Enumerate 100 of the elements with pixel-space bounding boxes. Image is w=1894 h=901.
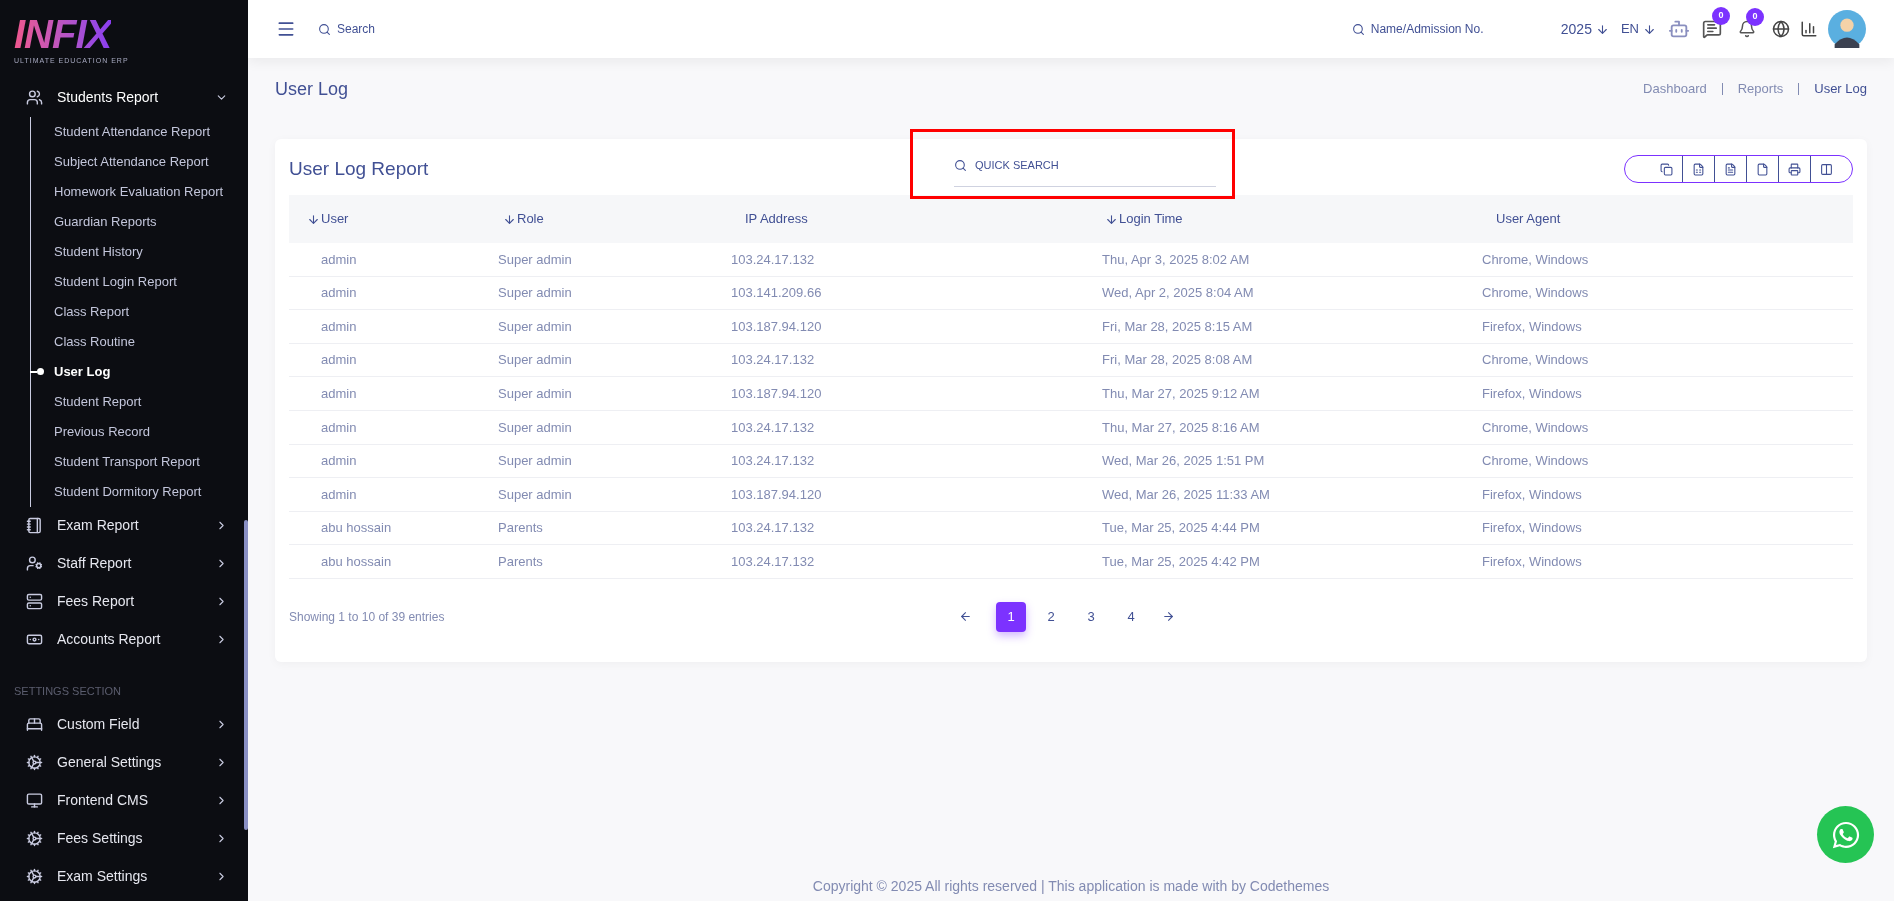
copy-icon[interactable] <box>1660 162 1673 176</box>
sidebar-subitem[interactable]: Homework Evaluation Report <box>54 181 224 202</box>
file-icon[interactable] <box>1756 162 1769 176</box>
page-button[interactable]: 2 <box>1036 601 1066 632</box>
user-gear-icon <box>26 555 43 572</box>
users-icon <box>26 89 43 106</box>
sidebar-subitem[interactable]: Student Login Report <box>54 271 177 292</box>
menu-icon[interactable] <box>276 19 296 39</box>
active-dot-icon <box>30 367 44 376</box>
table-cell-text: admin <box>320 317 358 336</box>
robot-icon[interactable] <box>1668 18 1690 40</box>
chat-icon[interactable] <box>1702 19 1722 39</box>
table-cell-text: Tue, Mar 25, 2025 4:44 PM <box>1102 519 1261 538</box>
table-cell-text: Chrome, Windows <box>1482 250 1590 269</box>
table-cell-text: Tue, Mar 25, 2025 4:42 PM <box>1102 552 1261 571</box>
table-cell-text: Super admin <box>498 351 573 370</box>
card-title: User Log Report <box>289 156 430 181</box>
sidebar-subitem[interactable]: User Log <box>54 361 111 382</box>
table-cell-text: Firefox, Windows <box>1482 485 1583 504</box>
chart-icon[interactable] <box>1800 20 1818 38</box>
column-header[interactable]: User <box>289 209 498 229</box>
globe-icon[interactable] <box>1772 20 1790 38</box>
table-cell-text: abu hossain <box>320 552 393 571</box>
bell-icon[interactable] <box>1738 20 1756 38</box>
table-cell-text: admin <box>320 384 358 403</box>
notebook-icon <box>26 517 43 534</box>
column-header[interactable]: IP Address <box>731 209 1102 229</box>
table-cell-text: Firefox, Windows <box>1482 317 1583 336</box>
bed-icon <box>26 715 43 733</box>
entries-info: Showing 1 to 10 of 39 entries <box>289 608 446 626</box>
sort-arrow-icon <box>1105 212 1118 226</box>
search-icon <box>954 159 967 172</box>
table-cell-text: Fri, Mar 28, 2025 8:08 AM <box>1102 351 1254 370</box>
table-cell-text: admin <box>320 250 358 269</box>
year-select[interactable]: 2025 <box>1560 18 1609 40</box>
sidebar-item[interactable]: Fees Report <box>0 582 248 621</box>
table-cell-text: 103.24.17.132 <box>731 519 816 538</box>
table-cell-text: Firefox, Windows <box>1482 552 1583 571</box>
table-cell-text: Wed, Apr 2, 2025 8:04 AM <box>1102 284 1255 303</box>
sidebar-item[interactable]: Students Report <box>0 78 248 117</box>
table-cell-text: Wed, Mar 26, 2025 1:51 PM <box>1102 452 1266 471</box>
breadcrumb-link[interactable]: User Log <box>1814 79 1867 99</box>
sidebar-subitem[interactable]: Subject Attendance Report <box>54 151 209 172</box>
table-cell-text: Thu, Mar 27, 2025 9:12 AM <box>1102 384 1261 403</box>
columns-icon[interactable] <box>1820 162 1833 176</box>
count-badge: 0 <box>1712 7 1730 25</box>
sort-arrow-icon <box>307 212 320 226</box>
sidebar-item[interactable]: Accounts Report <box>0 620 248 659</box>
sidebar-item[interactable]: Staff Report <box>0 544 248 583</box>
whatsapp-icon <box>1830 819 1861 850</box>
column-header[interactable]: Login Time <box>1102 209 1482 229</box>
table-cell-text: 103.24.17.132 <box>731 250 816 269</box>
sidebar-subitem[interactable]: Guardian Reports <box>54 211 157 232</box>
sidebar-subitem[interactable]: Student Dormitory Report <box>54 481 202 502</box>
avatar[interactable] <box>1828 10 1866 48</box>
sidebar-subitem[interactable]: Student Report <box>54 391 142 412</box>
previous-page-icon[interactable] <box>959 610 972 624</box>
column-header[interactable]: Role <box>498 209 731 229</box>
sidebar-item[interactable]: Fees Settings <box>0 819 248 857</box>
print-icon[interactable] <box>1788 162 1801 176</box>
page-button[interactable]: 4 <box>1116 601 1146 632</box>
count-badge: 0 <box>1746 8 1764 26</box>
search-icon <box>318 22 331 36</box>
table-cell-text: Super admin <box>498 452 573 471</box>
search-field[interactable]: Search <box>337 20 487 38</box>
language-select[interactable]: EN <box>1620 19 1656 39</box>
sidebar-subitem[interactable]: Student History <box>54 241 143 262</box>
table-cell-text: Super admin <box>498 317 573 336</box>
sidebar-subitem[interactable]: Student Attendance Report <box>54 121 211 142</box>
column-header[interactable]: User Agent <box>1482 209 1853 229</box>
sidebar-subitem[interactable]: Class Routine <box>54 331 135 352</box>
sidebar-subitem[interactable]: Student Transport Report <box>54 451 200 472</box>
quick-search-field[interactable]: QUICK SEARCH <box>975 157 1216 174</box>
document-icon[interactable] <box>1724 162 1737 176</box>
table-cell-text: 103.24.17.132 <box>731 552 816 571</box>
sidebar-item[interactable]: Exam Settings <box>0 857 248 895</box>
table-cell-text: admin <box>320 418 358 437</box>
spreadsheet-icon[interactable] <box>1692 162 1705 176</box>
table-cell-text: Fri, Mar 28, 2025 8:15 AM <box>1102 317 1254 336</box>
arrow-down-icon <box>1595 22 1609 36</box>
table-cell-text: Thu, Apr 3, 2025 8:02 AM <box>1102 250 1251 269</box>
table-cell-text: Super admin <box>498 384 573 403</box>
sidebar-subitem[interactable]: Previous Record <box>54 421 151 442</box>
server-icon <box>26 593 43 610</box>
admission-search-field[interactable]: Name/Admission No. <box>1370 20 1521 38</box>
table-cell-text: admin <box>320 284 358 303</box>
search-icon <box>1351 22 1365 36</box>
table-cell-text: Parents <box>498 519 544 538</box>
sidebar-item[interactable]: Exam Report <box>0 506 248 545</box>
page-button[interactable]: 1 <box>996 601 1026 632</box>
table-cell-text: Super admin <box>498 485 573 504</box>
next-page-icon[interactable] <box>1162 610 1175 624</box>
page-button[interactable]: 3 <box>1076 601 1106 632</box>
sidebar-item[interactable]: Frontend CMS <box>0 781 248 819</box>
table-cell-text: Super admin <box>498 418 573 437</box>
table-cell-text: Firefox, Windows <box>1482 519 1583 538</box>
sidebar-subitem[interactable]: Class Report <box>54 301 130 322</box>
sidebar-item[interactable]: General Settings <box>0 743 248 781</box>
sidebar-item[interactable]: Custom Field <box>0 705 248 743</box>
footer-text: Copyright © 2025 All rights reserved | This application is made with by Codethemes <box>811 877 1331 896</box>
